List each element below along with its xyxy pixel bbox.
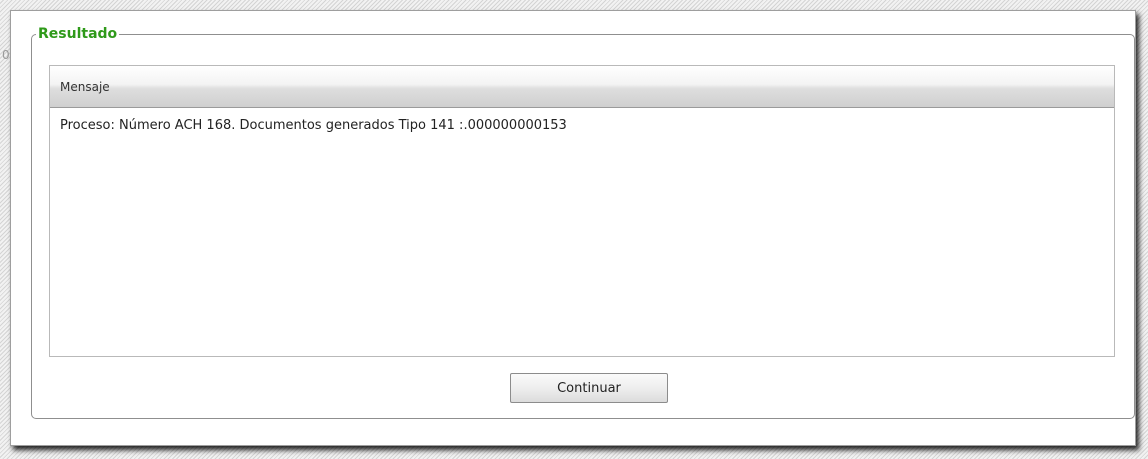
result-dialog: Resultado Mensaje Proceso: Número ACH 16… [10,10,1136,446]
background-text-fragment: 0 [2,48,10,62]
continue-button-label: Continuar [557,380,621,396]
continue-button[interactable]: Continuar [510,373,668,403]
message-column-header[interactable]: Mensaje [50,66,1114,108]
result-legend: Resultado [36,25,120,43]
result-fieldset: Resultado Mensaje Proceso: Número ACH 16… [31,25,1135,419]
message-column-label: Mensaje [60,79,110,94]
message-text: Proceso: Número ACH 168. Documentos gene… [60,118,567,133]
message-grid: Mensaje Proceso: Número ACH 168. Documen… [49,65,1115,357]
message-row[interactable]: Proceso: Número ACH 168. Documentos gene… [50,108,1114,133]
